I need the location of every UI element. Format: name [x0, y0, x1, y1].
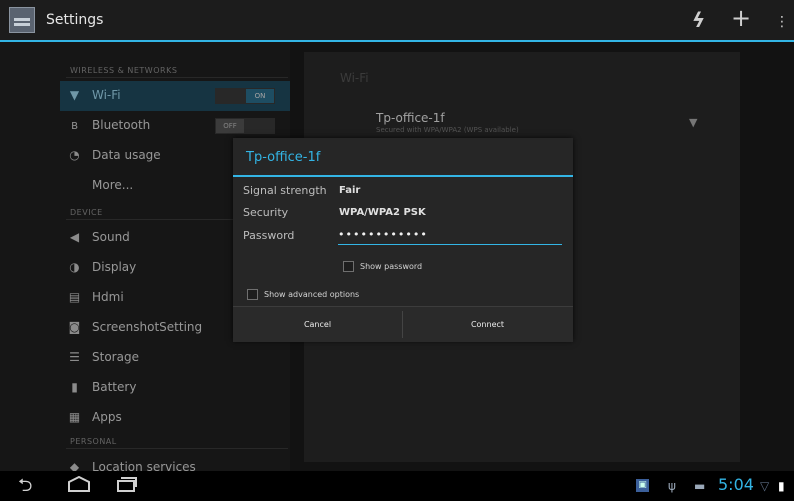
- overflow-menu-icon[interactable]: ⋮: [775, 10, 789, 34]
- signal-strength-label: Signal strength: [243, 184, 327, 197]
- show-advanced-options-checkbox[interactable]: [247, 289, 258, 300]
- dialog-button-bar: Cancel Connect: [233, 306, 573, 342]
- wifi-connect-dialog: Tp-office-1f Signal strength Fair Securi…: [233, 138, 573, 342]
- usb-icon[interactable]: ψ: [668, 479, 676, 493]
- battery-status-icon: ▬: [694, 479, 706, 493]
- password-label: Password: [243, 229, 295, 242]
- refresh-icon[interactable]: ϟ: [692, 8, 705, 32]
- dialog-title: Tp-office-1f: [246, 150, 321, 165]
- action-bar: Settings ϟ + ⋮: [0, 0, 794, 42]
- password-field[interactable]: ••••••••••••: [338, 228, 562, 245]
- status-clock[interactable]: 5:04: [718, 475, 754, 494]
- battery-level-icon: ▮: [778, 479, 785, 493]
- add-icon[interactable]: +: [731, 6, 751, 30]
- show-password-checkbox[interactable]: [343, 261, 354, 272]
- dialog-title-divider: [233, 175, 573, 177]
- show-password-label[interactable]: Show password: [360, 262, 422, 271]
- security-value: WPA/WPA2 PSK: [339, 207, 426, 218]
- system-navigation-bar: ⮌ ▣ ψ ▬ 5:04 ▽ ▮: [0, 471, 794, 501]
- show-advanced-options-label[interactable]: Show advanced options: [264, 290, 359, 299]
- wifi-status-icon: ▽: [760, 479, 770, 493]
- app-notification-icon[interactable]: ▣: [636, 479, 649, 492]
- recent-apps-icon[interactable]: [116, 476, 138, 498]
- security-label: Security: [243, 206, 289, 219]
- back-icon[interactable]: ⮌: [18, 475, 32, 497]
- connect-button[interactable]: Connect: [403, 307, 572, 342]
- cancel-button[interactable]: Cancel: [233, 307, 402, 342]
- settings-app-icon[interactable]: [9, 7, 35, 33]
- home-icon[interactable]: [66, 475, 92, 498]
- signal-strength-value: Fair: [339, 185, 361, 196]
- app-title: Settings: [46, 12, 104, 28]
